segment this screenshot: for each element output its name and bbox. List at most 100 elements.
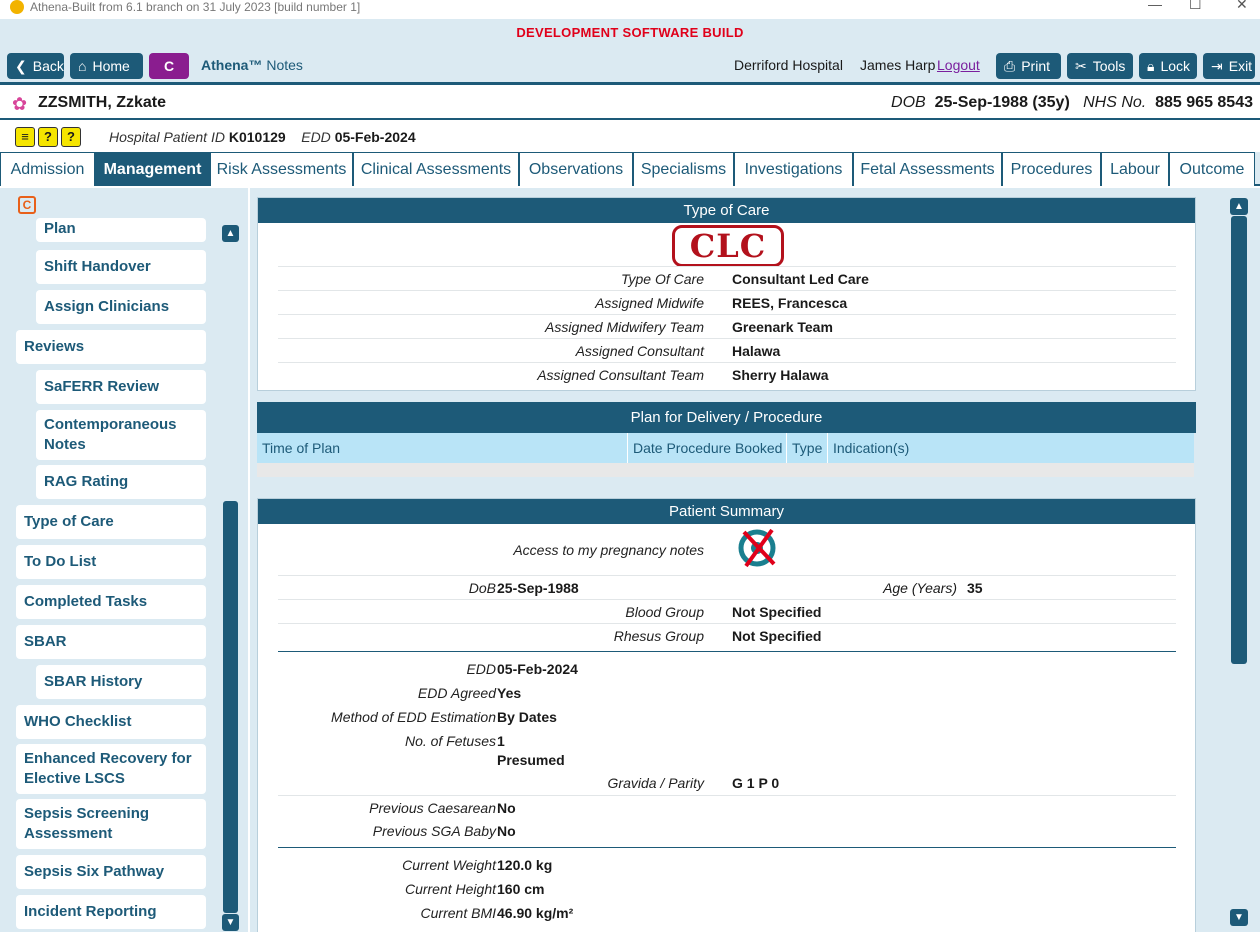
tab-management[interactable]: Management bbox=[95, 152, 210, 186]
plan-table-empty-row bbox=[257, 463, 1194, 477]
sidebar-item-reviews[interactable]: Reviews bbox=[16, 330, 206, 364]
tab-fetal-assessments[interactable]: Fetal Assessments bbox=[853, 152, 1002, 186]
maximize-button[interactable]: ☐ bbox=[1189, 0, 1202, 13]
type-of-care-panel: Type of Care CLC Type Of Care Consultant … bbox=[257, 197, 1196, 391]
sidebar-item-assign-clinicians[interactable]: Assign Clinicians bbox=[36, 290, 206, 324]
hospital-id-and-edd: Hospital Patient ID K010129 EDD 05-Feb-2… bbox=[109, 129, 416, 145]
tab-specialisms[interactable]: Specialisms bbox=[633, 152, 734, 186]
sidebar-item-enhanced-recovery[interactable]: Enhanced Recovery for Elective LSCS bbox=[16, 744, 206, 794]
blood-group-row: Blood Group Not Specified bbox=[278, 599, 1176, 623]
home-icon: ⌂ bbox=[78, 58, 87, 74]
section-divider bbox=[278, 651, 1176, 652]
chevron-left-icon: ❮ bbox=[15, 57, 27, 74]
plan-for-delivery-panel: Plan for Delivery / Procedure Time of Pl… bbox=[257, 402, 1196, 478]
section-tabs: Admission Management Risk Assessments Cl… bbox=[0, 152, 1260, 186]
back-button[interactable]: ❮ Back bbox=[7, 53, 64, 79]
tools-icon: ✂ bbox=[1075, 57, 1087, 74]
assigned-midwifery-team-row: Assigned Midwifery Team Greenark Team bbox=[278, 314, 1176, 338]
panel-title: Plan for Delivery / Procedure bbox=[257, 402, 1196, 433]
c-button[interactable]: C bbox=[149, 53, 189, 79]
tab-investigations[interactable]: Investigations bbox=[734, 152, 853, 186]
logout-link[interactable]: Logout bbox=[937, 57, 980, 73]
exit-button[interactable]: ⇥ Exit bbox=[1203, 53, 1255, 79]
sidebar-item-contemporaneous-notes[interactable]: Contemporaneous Notes bbox=[36, 410, 206, 460]
sidebar-item-incident-reporting[interactable]: Incident Reporting bbox=[16, 895, 206, 929]
management-sidebar: C Plan Shift Handover Assign Clinicians … bbox=[0, 188, 248, 932]
section-divider bbox=[278, 847, 1176, 848]
sidebar-item-rag-rating[interactable]: RAG Rating bbox=[36, 465, 206, 499]
panel-title: Type of Care bbox=[258, 198, 1195, 223]
app-name: Athena™ Notes bbox=[201, 57, 303, 73]
edd-method-row: Method of EDD Estimation By Dates bbox=[331, 709, 557, 725]
tab-observations[interactable]: Observations bbox=[519, 152, 633, 186]
tab-procedures[interactable]: Procedures bbox=[1002, 152, 1101, 186]
minimize-button[interactable]: — bbox=[1148, 0, 1162, 12]
female-flower-icon: ✿ bbox=[12, 94, 28, 114]
pregnancy-notes-access-icon[interactable] bbox=[736, 524, 778, 572]
help-question-icon[interactable]: ? bbox=[38, 127, 58, 147]
scroll-down-icon[interactable]: ▼ bbox=[1230, 909, 1248, 926]
alert-list-icon[interactable]: ≡ bbox=[15, 127, 35, 147]
sidebar-item-sbar-history[interactable]: SBAR History bbox=[36, 665, 206, 699]
sidebar-item-saferr-review[interactable]: SaFERR Review bbox=[36, 370, 206, 404]
sidebar-item-shift-handover[interactable]: Shift Handover bbox=[36, 250, 206, 284]
lock-icon: 🔒︎ bbox=[1147, 57, 1155, 74]
print-button[interactable]: ⎙ Print bbox=[996, 53, 1061, 79]
sidebar-item-who-checklist[interactable]: WHO Checklist bbox=[16, 705, 206, 739]
tools-button[interactable]: ✂ Tools bbox=[1067, 53, 1133, 79]
sidebar-item-type-of-care[interactable]: Type of Care bbox=[16, 505, 206, 539]
assigned-consultant-team-row: Assigned Consultant Team Sherry Halawa bbox=[278, 362, 1176, 386]
current-height-row: Current Height 160 cm bbox=[404, 881, 545, 897]
user-name: James Harp bbox=[860, 57, 936, 73]
scroll-up-icon[interactable]: ▲ bbox=[1230, 198, 1248, 215]
assigned-midwife-row: Assigned Midwife REES, Francesca bbox=[278, 290, 1176, 314]
sidebar-item-sbar[interactable]: SBAR bbox=[16, 625, 206, 659]
gravida-parity-row: Gravida / Parity G 1 P 0 bbox=[607, 775, 780, 791]
sidebar-item-todo-list[interactable]: To Do List bbox=[16, 545, 206, 579]
patient-summary-panel: Patient Summary Access to my pregnancy n… bbox=[257, 498, 1196, 932]
col-type[interactable]: Type bbox=[787, 433, 828, 463]
close-window-button[interactable]: ✕ bbox=[1236, 0, 1248, 13]
scroll-up-icon[interactable]: ▲ bbox=[222, 225, 239, 242]
info-question-icon[interactable]: ? bbox=[61, 127, 81, 147]
patient-banner: ✿ ZZSMITH, Zzkate DOB 25-Sep-1988 (35y) … bbox=[0, 88, 1260, 120]
tab-outcome[interactable]: Outcome bbox=[1169, 152, 1255, 186]
current-weight-row: Current Weight 120.0 kg bbox=[402, 857, 553, 873]
scroll-down-icon[interactable]: ▼ bbox=[222, 914, 239, 931]
clc-stamp: CLC bbox=[672, 225, 784, 267]
main-scroll-thumb[interactable] bbox=[1231, 216, 1247, 664]
sidebar-item-sepsis-screening[interactable]: Sepsis Screening Assessment bbox=[16, 799, 206, 849]
col-time-of-plan[interactable]: Time of Plan bbox=[257, 433, 628, 463]
col-date-procedure-booked[interactable]: Date Procedure Booked bbox=[628, 433, 787, 463]
main-content: Type of Care CLC Type Of Care Consultant … bbox=[250, 188, 1260, 932]
tab-admission[interactable]: Admission bbox=[0, 152, 95, 186]
sidebar-item-sepsis-six-pathway[interactable]: Sepsis Six Pathway bbox=[16, 855, 206, 889]
tab-risk-assessments[interactable]: Risk Assessments bbox=[210, 152, 353, 186]
edd-row: EDD 05-Feb-2024 bbox=[466, 661, 578, 677]
panel-title: Patient Summary bbox=[258, 499, 1195, 524]
hospital-name: Derriford Hospital bbox=[734, 57, 843, 73]
sidebar-item-completed-tasks[interactable]: Completed Tasks bbox=[16, 585, 206, 619]
lock-button[interactable]: 🔒︎ Lock bbox=[1139, 53, 1197, 79]
main-scrollbar[interactable]: ▲ ▼ bbox=[1230, 198, 1248, 926]
tab-clinical-assessments[interactable]: Clinical Assessments bbox=[353, 152, 519, 186]
c-orange-icon[interactable]: C bbox=[18, 196, 36, 214]
sidebar-scroll-thumb[interactable] bbox=[223, 501, 238, 913]
edd-agreed-row: EDD Agreed Yes bbox=[417, 685, 522, 701]
patient-name: ZZSMITH, Zzkate bbox=[38, 94, 167, 111]
exit-icon: ⇥ bbox=[1211, 57, 1223, 74]
app-icon bbox=[10, 0, 24, 14]
current-bmi-row: Current BMI 46.90 kg/m² bbox=[420, 905, 574, 921]
type-of-care-row: Type Of Care Consultant Led Care bbox=[278, 266, 1176, 290]
patient-subbar: ≡ ? ? Hospital Patient ID K010129 EDD 05… bbox=[0, 122, 1260, 152]
tab-labour[interactable]: Labour bbox=[1101, 152, 1169, 186]
main-toolbar: ❮ Back ⌂ Home C Athena™ Notes Derriford Ho… bbox=[0, 47, 1260, 85]
sidebar-item-plan[interactable]: Plan bbox=[36, 218, 206, 242]
plan-table-header: Time of Plan Date Procedure Booked Type … bbox=[257, 433, 1194, 463]
rhesus-group-row: Rhesus Group Not Specified bbox=[278, 623, 1176, 647]
sidebar-scrollbar[interactable]: ▲ ▼ bbox=[221, 224, 239, 932]
dob-age-row: DoB 25-Sep-1988 Age (Years) 35 bbox=[278, 575, 1176, 599]
previous-sga-row: Previous SGA Baby No bbox=[372, 823, 516, 839]
col-indications[interactable]: Indication(s) bbox=[828, 433, 1194, 463]
home-button[interactable]: ⌂ Home bbox=[70, 53, 143, 79]
